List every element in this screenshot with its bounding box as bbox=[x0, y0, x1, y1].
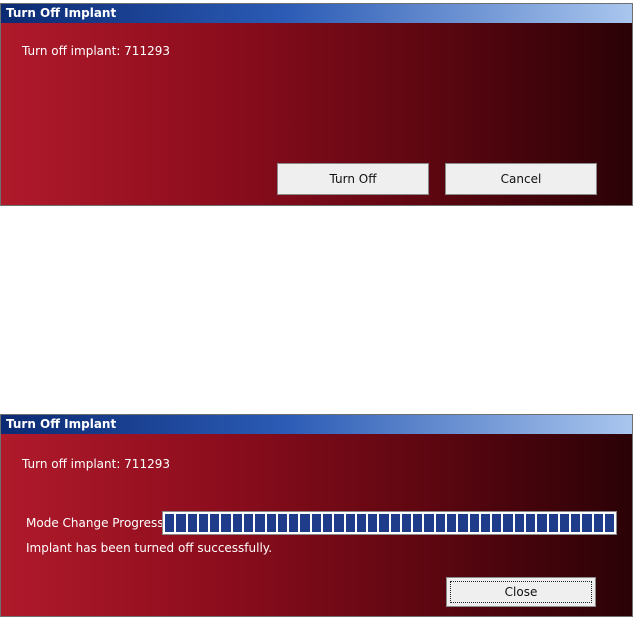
progress-segment bbox=[221, 514, 231, 532]
progress-segment bbox=[243, 514, 254, 532]
progress-segment bbox=[447, 514, 457, 532]
progress-segment bbox=[322, 514, 333, 532]
progress-segment bbox=[435, 514, 446, 532]
progress-segment bbox=[548, 514, 558, 532]
progress-segment bbox=[593, 514, 603, 532]
progress-segment bbox=[368, 514, 378, 532]
progress-segment bbox=[413, 514, 423, 532]
progress-segment bbox=[469, 514, 479, 532]
progress-segment bbox=[277, 514, 288, 532]
progress-segment bbox=[356, 514, 367, 532]
progress-segment bbox=[480, 514, 491, 532]
progress-segment bbox=[300, 514, 310, 532]
progress-segment bbox=[379, 514, 389, 532]
turn-off-implant-dialog-confirm: Turn Off Implant Turn off implant: 71129… bbox=[0, 3, 633, 206]
progress-segment bbox=[187, 514, 197, 532]
progress-segment bbox=[424, 514, 434, 532]
close-button[interactable]: Close bbox=[446, 577, 596, 607]
implant-message: Turn off implant: 711293 bbox=[22, 457, 170, 471]
mode-change-progress-label: Mode Change Progress bbox=[26, 516, 164, 530]
progress-segment bbox=[390, 514, 400, 532]
progress-segment bbox=[289, 514, 299, 532]
progress-segment bbox=[492, 514, 502, 532]
progress-segment bbox=[458, 514, 468, 532]
cancel-button[interactable]: Cancel bbox=[445, 163, 597, 195]
progress-segment bbox=[401, 514, 412, 532]
progress-segment bbox=[334, 514, 344, 532]
progress-segment bbox=[311, 514, 321, 532]
progress-segment bbox=[582, 514, 592, 532]
progress-segment bbox=[526, 514, 536, 532]
progress-segment bbox=[165, 514, 175, 532]
progress-segment bbox=[571, 514, 581, 532]
turn-off-implant-dialog-result: Turn Off Implant Turn off implant: 71129… bbox=[0, 414, 633, 617]
progress-segment bbox=[176, 514, 186, 532]
turn-off-button[interactable]: Turn Off bbox=[277, 163, 429, 195]
progress-segment bbox=[345, 514, 355, 532]
progress-segment bbox=[198, 514, 209, 532]
progress-segment bbox=[255, 514, 265, 532]
progress-segment bbox=[266, 514, 276, 532]
progress-segment bbox=[604, 514, 615, 532]
progress-segment bbox=[514, 514, 524, 532]
progress-segment bbox=[537, 514, 547, 532]
dialog-title: Turn Off Implant bbox=[1, 415, 632, 434]
progress-segment bbox=[559, 514, 570, 532]
mode-change-progress-bar bbox=[162, 511, 617, 535]
progress-segment bbox=[232, 514, 242, 532]
status-message: Implant has been turned off successfully… bbox=[26, 541, 273, 555]
progress-segment bbox=[503, 514, 513, 532]
implant-message: Turn off implant: 711293 bbox=[22, 44, 170, 58]
dialog-title: Turn Off Implant bbox=[1, 4, 632, 23]
progress-segment bbox=[210, 514, 220, 532]
